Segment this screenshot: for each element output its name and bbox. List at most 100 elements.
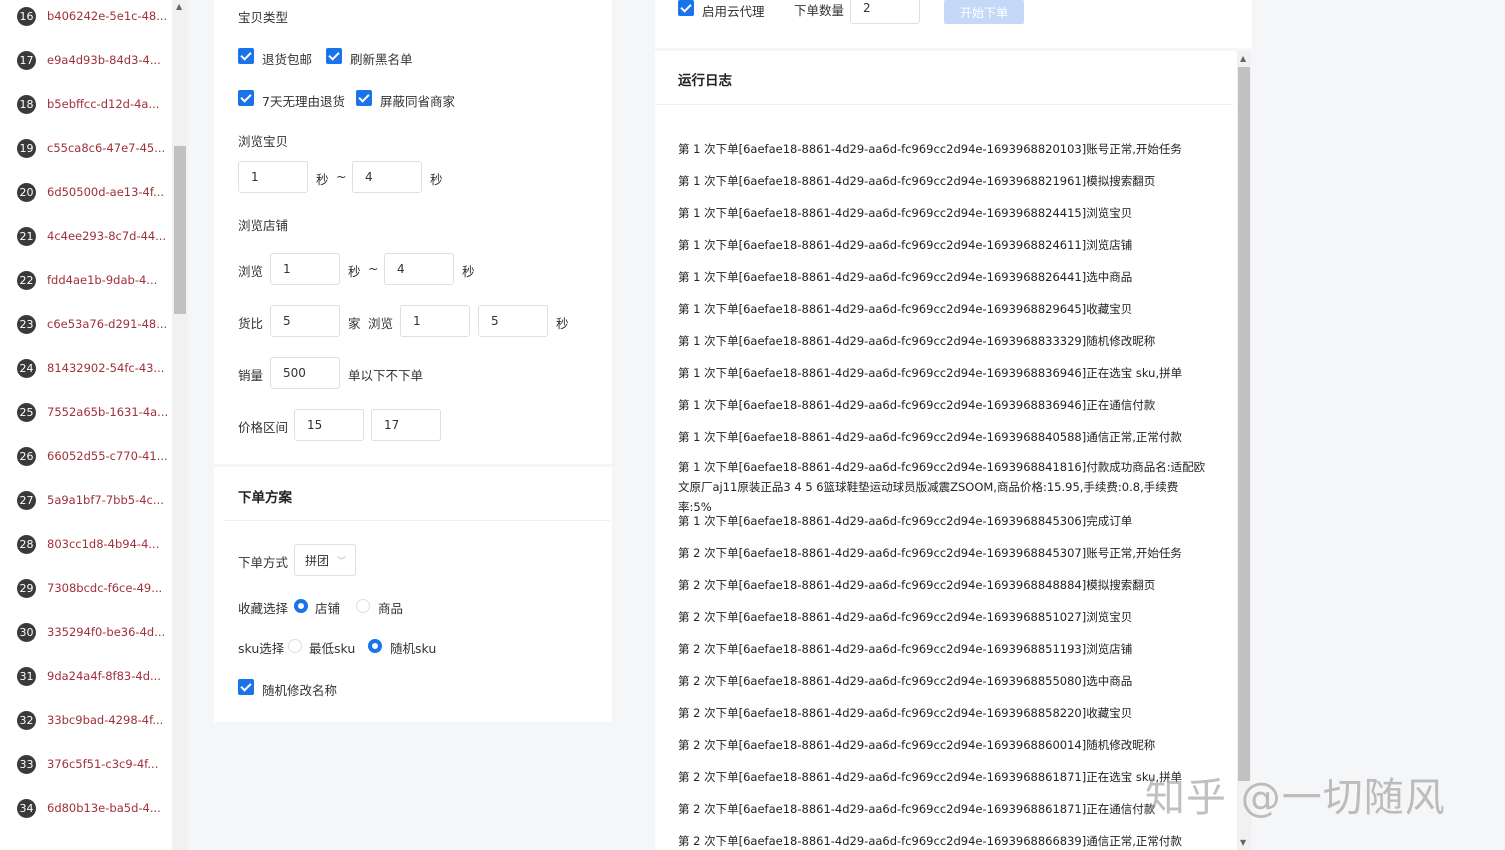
compare-browse-label: 浏览 [368, 316, 394, 331]
account-list-item[interactable]: 24 81432902-54fc-43... [17, 358, 164, 378]
compare-count-input[interactable]: 5 [270, 305, 340, 337]
price-max-input[interactable]: 17 [371, 409, 441, 441]
account-list-item[interactable]: 29 7308bcdc-f6ce-49... [17, 578, 162, 598]
account-list-item[interactable]: 27 5a9a1bf7-7bb5-4c... [17, 490, 164, 510]
account-list-item[interactable]: 22 fdd4ae1b-9dab-4... [17, 270, 157, 290]
account-list-item[interactable]: 26 66052d55-c770-41... [17, 446, 168, 466]
compare-browse-max-input[interactable]: 5 [478, 305, 548, 337]
start-order-button[interactable]: 开始下单 [944, 0, 1024, 24]
return-shipping-checkbox[interactable] [238, 48, 254, 64]
sku-lowest-radio[interactable] [288, 639, 302, 653]
account-id: c55ca8c6-47e7-45... [47, 141, 166, 155]
sales-suffix: 单以下不下单 [348, 368, 424, 383]
chevron-down-icon: ﹀ [337, 556, 347, 567]
account-index-badge: 19 [17, 138, 36, 158]
log-line: 第 1 次下单[6aefae18-8861-4d29-aa6d-fc969cc2… [678, 270, 1133, 284]
account-index-badge: 28 [17, 534, 36, 554]
divider [655, 104, 1233, 105]
log-line: 第 1 次下单[6aefae18-8861-4d29-aa6d-fc969cc2… [678, 206, 1133, 220]
order-method-select[interactable]: 拼团 ﹀ [294, 544, 356, 576]
account-id: 376c5f51-c3c9-4f... [47, 757, 159, 771]
account-list-item[interactable]: 32 33bc9bad-4298-4f... [17, 710, 163, 730]
range-tilde: ~ [368, 261, 379, 276]
refresh-blacklist-checkbox[interactable] [326, 48, 342, 64]
log-line: 第 1 次下单[6aefae18-8861-4d29-aa6d-fc969cc2… [678, 366, 1183, 380]
price-range-label: 价格区间 [238, 420, 289, 435]
compare-browse-min-input[interactable]: 1 [400, 305, 470, 337]
log-line: 第 2 次下单[6aefae18-8861-4d29-aa6d-fc969cc2… [678, 834, 1182, 848]
log-line: 第 2 次下单[6aefae18-8861-4d29-aa6d-fc969cc2… [678, 706, 1133, 720]
account-list-item[interactable]: 23 c6e53a76-d291-48... [17, 314, 167, 334]
log-line: 第 2 次下单[6aefae18-8861-4d29-aa6d-fc969cc2… [678, 802, 1156, 816]
log-line: 第 1 次下单[6aefae18-8861-4d29-aa6d-fc969cc2… [678, 514, 1133, 528]
account-list-item[interactable]: 21 4c4ee293-8c7d-44... [17, 226, 166, 246]
favorite-choice-label: 收藏选择 [238, 601, 289, 616]
account-index-badge: 17 [17, 50, 36, 70]
log-line: 第 1 次下单[6aefae18-8861-4d29-aa6d-fc969cc2… [678, 174, 1156, 188]
account-id: 9da24a4f-8f83-4d... [47, 669, 161, 683]
browse-label: 浏览 [238, 264, 264, 279]
account-id: b5ebffcc-d12d-4a... [47, 97, 160, 111]
account-list-item[interactable]: 25 7552a65b-1631-4a... [17, 402, 168, 422]
browse-shop-max-input[interactable]: 4 [384, 253, 454, 285]
account-list-item[interactable]: 20 6d50500d-ae13-4f... [17, 182, 164, 202]
price-min-input[interactable]: 15 [294, 409, 364, 441]
account-id: 6d50500d-ae13-4f... [47, 185, 165, 199]
browse-shop-min-input[interactable]: 1 [270, 253, 340, 285]
sku-random-label: 随机sku [390, 641, 437, 656]
item-type-label: 宝贝类型 [238, 10, 289, 25]
account-list-item[interactable]: 19 c55ca8c6-47e7-45... [17, 138, 165, 158]
run-log-title: 运行日志 [678, 73, 732, 89]
account-id: 81432902-54fc-43... [47, 361, 165, 375]
account-id: 6d80b13e-ba5d-4... [47, 801, 161, 815]
account-list-item[interactable]: 34 6d80b13e-ba5d-4... [17, 798, 161, 818]
sec-unit: 秒 [430, 172, 443, 187]
account-list-item[interactable]: 18 b5ebffcc-d12d-4a... [17, 94, 159, 114]
account-id: 4c4ee293-8c7d-44... [47, 229, 167, 243]
account-list-item[interactable]: 16 b406242e-5e1c-48... [17, 6, 167, 26]
block-same-province-label: 屏蔽同省商家 [380, 94, 456, 109]
favorite-shop-radio[interactable] [294, 599, 308, 613]
account-list-item[interactable]: 28 803cc1d8-4b94-4... [17, 534, 159, 554]
browse-item-max-input[interactable]: 4 [352, 161, 422, 193]
account-index-badge: 16 [17, 6, 36, 26]
scrollbar-thumb[interactable] [1238, 67, 1250, 781]
account-list-item[interactable]: 17 e9a4d93b-84d3-4... [17, 50, 161, 70]
account-list-item[interactable]: 31 9da24a4f-8f83-4d... [17, 666, 161, 686]
scrollbar-thumb[interactable] [174, 146, 186, 314]
run-log-panel: 运行日志 第 1 次下单[6aefae18-8861-4d29-aa6d-fc9… [655, 51, 1237, 850]
divider [224, 520, 610, 521]
account-id: e9a4d93b-84d3-4... [47, 53, 161, 67]
account-id: fdd4ae1b-9dab-4... [47, 273, 158, 287]
order-count-input[interactable]: 2 [850, 0, 920, 24]
account-list-item[interactable]: 30 335294f0-be36-4d... [17, 622, 165, 642]
scroll-down-icon[interactable]: ▼ [1240, 838, 1246, 847]
random-rename-checkbox[interactable] [238, 679, 254, 695]
random-rename-label: 随机修改名称 [262, 683, 338, 698]
account-index-badge: 27 [17, 490, 36, 510]
favorite-item-radio[interactable] [356, 599, 370, 613]
browse-shop-label: 浏览店铺 [238, 218, 289, 233]
account-index-badge: 29 [17, 578, 36, 598]
sec-unit: 秒 [462, 264, 475, 279]
log-line: 第 2 次下单[6aefae18-8861-4d29-aa6d-fc969cc2… [678, 610, 1133, 624]
shop-unit: 家 [348, 316, 361, 331]
scroll-up-icon[interactable]: ▲ [176, 2, 182, 11]
sku-random-radio[interactable] [368, 639, 382, 653]
log-line: 第 1 次下单[6aefae18-8861-4d29-aa6d-fc969cc2… [678, 398, 1156, 412]
compare-label: 货比 [238, 316, 264, 331]
browse-item-min-input[interactable]: 1 [238, 161, 308, 193]
sales-input[interactable]: 500 [270, 357, 340, 389]
account-list-item[interactable]: 33 376c5f51-c3c9-4f... [17, 754, 158, 774]
cloud-proxy-checkbox[interactable] [678, 0, 694, 16]
7day-return-checkbox[interactable] [238, 90, 254, 106]
block-same-province-checkbox[interactable] [356, 90, 372, 106]
log-line: 第 1 次下单[6aefae18-8861-4d29-aa6d-fc969cc2… [678, 430, 1182, 444]
scroll-up-icon[interactable]: ▲ [1240, 54, 1246, 63]
log-line: 第 1 次下单[6aefae18-8861-4d29-aa6d-fc969cc2… [678, 238, 1133, 252]
log-scrollbar[interactable]: ▲ ▼ [1237, 51, 1251, 850]
log-line: 第 1 次下单[6aefae18-8861-4d29-aa6d-fc969cc2… [678, 460, 1206, 514]
config-card: 宝贝类型 退货包邮 刷新黑名单 7天无理由退货 屏蔽同省商家 浏览宝贝 1 秒 … [214, 0, 612, 464]
account-list-scrollbar[interactable]: ▲ [172, 0, 188, 850]
account-index-badge: 34 [17, 798, 36, 818]
